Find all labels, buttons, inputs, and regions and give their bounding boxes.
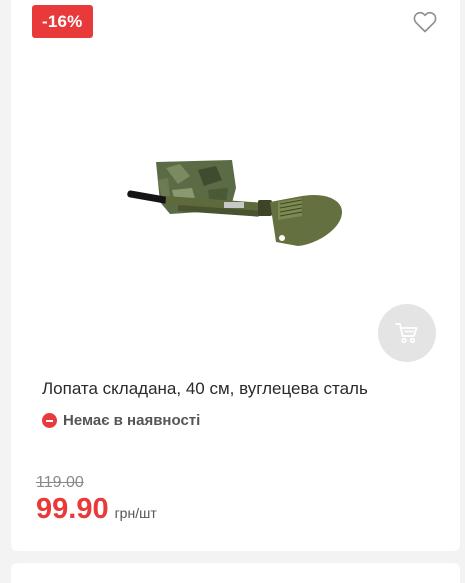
product-card (11, 0, 460, 551)
old-price: 119.00 (36, 474, 84, 491)
current-price: 99.90 (36, 493, 109, 525)
folding-shovel-image[interactable] (120, 150, 350, 260)
cart-icon (395, 323, 418, 344)
stock-status: Немає в наявності (42, 412, 200, 429)
minus-circle-icon (42, 413, 57, 428)
stock-status-label: Немає в наявності (63, 412, 201, 429)
price-row: 99.90 грн/шт (36, 493, 157, 526)
next-product-card (11, 563, 460, 583)
price-unit: грн/шт (114, 505, 157, 521)
product-title-link[interactable]: Лопата складана, 40 см, вуглецева сталь (42, 379, 368, 399)
add-to-cart-button[interactable] (378, 304, 436, 362)
heart-icon[interactable] (413, 11, 437, 33)
discount-badge: -16% (32, 5, 93, 38)
